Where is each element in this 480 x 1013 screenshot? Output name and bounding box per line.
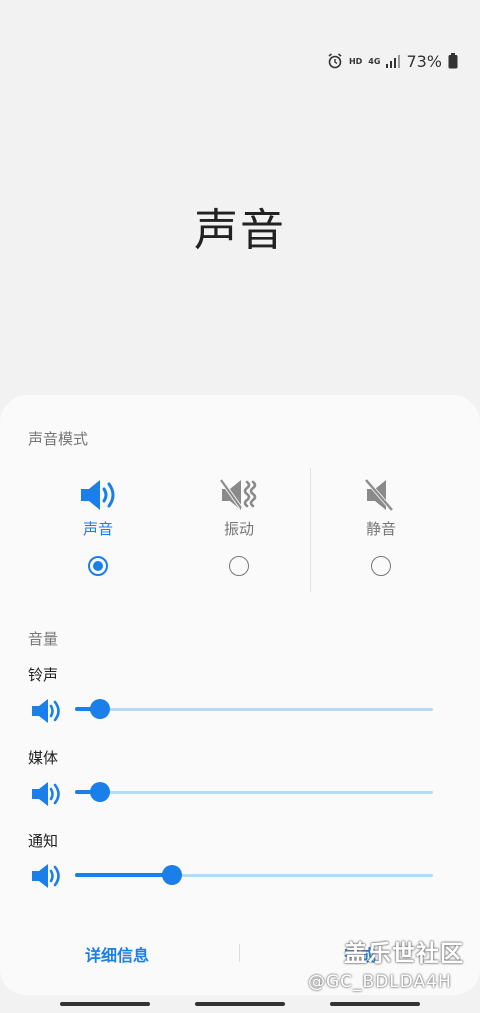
nav-bar-center[interactable] [195,1002,285,1006]
details-button[interactable]: 详细信息 [85,942,149,966]
4g-icon: 4G [368,56,381,66]
speaker-icon [32,699,60,723]
alarm-icon [327,53,343,69]
watermark-handle: @GC_BDLDA4H [308,972,452,992]
mode-option-mute[interactable]: 静音 [310,470,452,590]
watermark-text: 盖乐世社区 [344,941,464,967]
volume-slider-ringtone[interactable] [75,698,433,722]
battery-percent: 73% [406,51,442,71]
nav-bar-left[interactable] [60,1002,150,1006]
speaker-icon [32,864,60,888]
volume-slider-notification[interactable] [75,864,433,888]
footer-divider [239,944,240,962]
nav-bar-right[interactable] [330,1002,420,1006]
vibrate-muted-icon [219,478,257,510]
page-title: 声音 [194,205,286,256]
speaker-icon [32,782,60,806]
speaker-muted-icon [364,478,394,512]
slider-track [75,791,433,794]
slider-track [75,708,433,711]
battery-icon [448,53,458,69]
mode-label-sound: 声音 [82,520,113,538]
mode-radio-mute[interactable] [371,556,391,576]
volume-label-notification: 通知 [28,832,59,850]
volume-label-media: 媒体 [28,749,59,767]
mode-label-vibrate: 振动 [223,520,254,538]
mode-option-vibrate[interactable]: 振动 [168,470,310,590]
mode-label-mute: 静音 [365,520,396,538]
volume-slider-media[interactable] [75,781,433,805]
slider-thumb[interactable] [90,782,111,802]
hd-icon: HD [348,56,363,66]
mode-section-label: 声音模式 [28,430,89,448]
status-bar: HD 4G 73% [327,50,458,72]
volume-label-ringtone: 铃声 [28,666,59,684]
slider-thumb[interactable] [161,865,182,885]
mode-option-sound[interactable]: 声音 [27,470,169,590]
speaker-icon [81,480,115,510]
signal-icon [386,54,401,68]
mode-radio-vibrate[interactable] [229,556,249,576]
slider-fill [75,873,172,877]
volume-section-label: 音量 [28,630,59,648]
mode-radio-sound[interactable] [88,556,108,576]
slider-thumb[interactable] [90,699,111,719]
